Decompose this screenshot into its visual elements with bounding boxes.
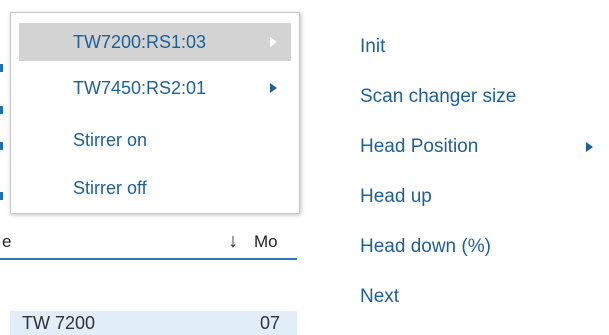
submenu-arrow-icon [270, 83, 277, 93]
submenu-item-label: Head Position [360, 136, 479, 157]
submenu-item-scan-changer-size[interactable]: Scan changer size [340, 74, 600, 120]
menu-item-stirrer-off[interactable]: Stirrer off [19, 169, 291, 207]
edge-marker [0, 64, 3, 72]
edge-marker [0, 106, 3, 114]
arrow-down-icon[interactable]: ↓ [228, 230, 238, 253]
submenu-item-label: Init [360, 36, 386, 57]
menu-item-label: Stirrer on [73, 130, 148, 150]
submenu-item-head-down[interactable]: Head down (%) [340, 224, 600, 270]
menu-item-stirrer-on[interactable]: Stirrer on [19, 121, 291, 159]
submenu-item-label: Head up [360, 186, 432, 207]
edge-marker [0, 192, 3, 200]
table-row[interactable]: TW 7200 07 [10, 311, 297, 335]
menu-item-tw7200-rs1-03[interactable]: TW7200:RS1:03 [19, 23, 291, 61]
column-header-mo[interactable]: Mo [254, 232, 278, 252]
menu-item-label: TW7200:RS1:03 [73, 32, 207, 52]
submenu-item-init[interactable]: Init [340, 24, 600, 70]
submenu-arrow-icon [586, 142, 593, 152]
submenu: Init Scan changer size Head Position Hea… [340, 24, 600, 324]
table-column-header[interactable]: e ↓ Mo [0, 228, 297, 260]
submenu-item-label: Next [360, 286, 400, 307]
submenu-item-next[interactable]: Next [340, 274, 600, 320]
submenu-item-label: Scan changer size [360, 86, 517, 107]
context-menu: TW7200:RS1:03 TW7450:RS2:01 Stirrer on S… [10, 12, 300, 214]
submenu-arrow-icon [270, 37, 277, 47]
column-header-partial-label: e [2, 232, 12, 251]
edge-marker [0, 142, 3, 150]
submenu-item-head-position[interactable]: Head Position [340, 124, 600, 170]
menu-item-label: Stirrer off [73, 178, 147, 198]
menu-item-tw7450-rs2-01[interactable]: TW7450:RS2:01 [19, 69, 291, 107]
menu-item-label: TW7450:RS2:01 [73, 78, 207, 98]
submenu-item-label: Head down (%) [360, 236, 491, 257]
submenu-item-head-up[interactable]: Head up [340, 174, 600, 220]
